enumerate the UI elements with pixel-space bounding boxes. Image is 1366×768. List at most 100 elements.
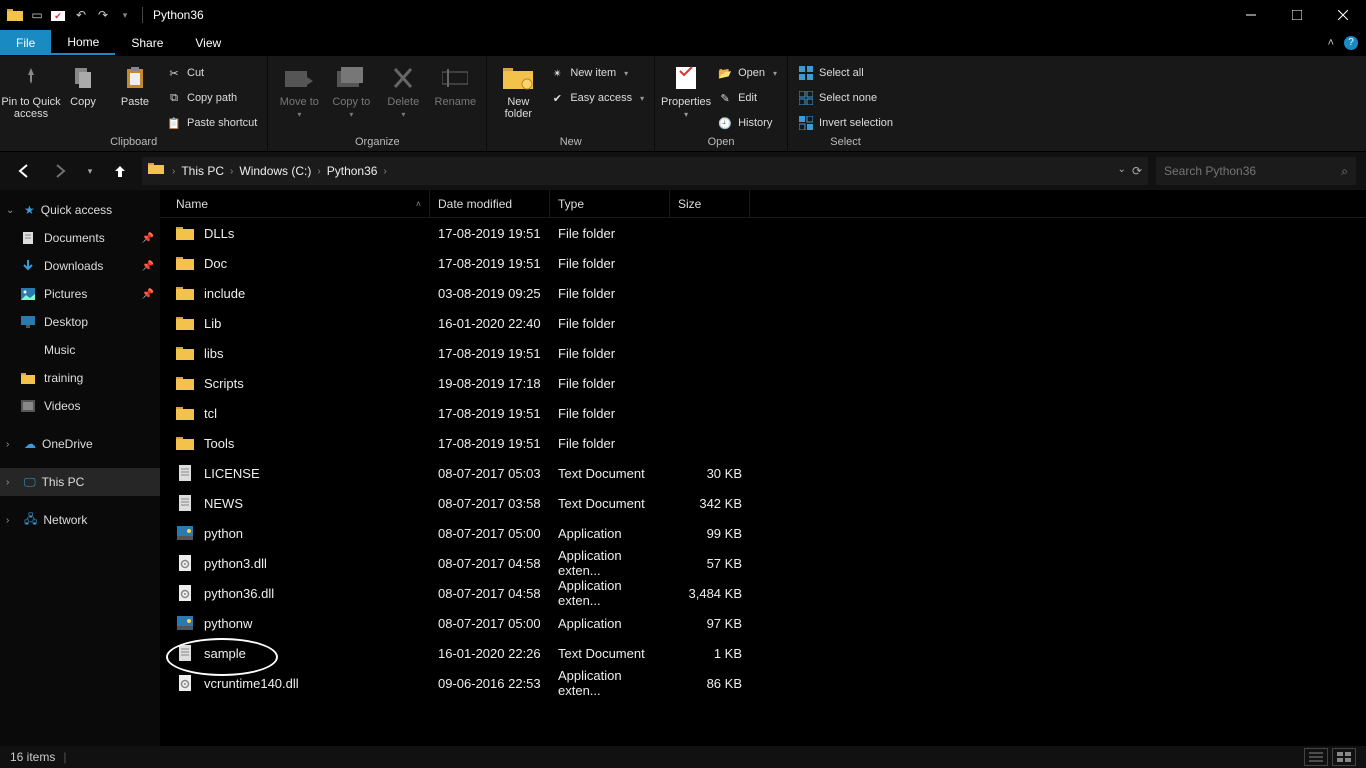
qat-properties-icon[interactable]: ▭ bbox=[28, 4, 46, 26]
file-row[interactable]: python3.dll08-07-2017 04:58Application e… bbox=[160, 548, 1366, 578]
sidebar-item-pictures[interactable]: Pictures📌 bbox=[0, 280, 160, 308]
move-to-button[interactable]: Move to▾ bbox=[274, 58, 324, 119]
select-none-button[interactable]: Select none bbox=[794, 87, 897, 109]
file-row[interactable]: LICENSE08-07-2017 05:03Text Document30 K… bbox=[160, 458, 1366, 488]
app-icon bbox=[6, 4, 24, 26]
maximize-button[interactable] bbox=[1274, 0, 1320, 30]
select-none-icon bbox=[798, 90, 814, 106]
delete-button[interactable]: Delete▾ bbox=[378, 58, 428, 119]
new-folder-button[interactable]: New folder bbox=[493, 58, 543, 120]
crumb-folder[interactable]: Python36 bbox=[327, 164, 378, 178]
search-box[interactable]: ⌕ bbox=[1156, 157, 1356, 185]
help-icon[interactable]: ? bbox=[1344, 36, 1358, 50]
ribbon-collapse-icon[interactable]: ˄ bbox=[1328, 37, 1334, 49]
down-icon bbox=[20, 258, 36, 274]
file-name: LICENSE bbox=[204, 466, 260, 481]
col-date[interactable]: Date modified bbox=[430, 190, 550, 217]
sidebar-thispc[interactable]: › 🖵 This PC bbox=[0, 468, 160, 496]
crumb-thispc[interactable]: This PC bbox=[181, 164, 224, 178]
dll-icon bbox=[176, 674, 194, 692]
group-organize: Move to▾ Copy to▾ Delete▾ Rename Organiz… bbox=[268, 56, 487, 151]
chevron-right-icon[interactable]: › bbox=[172, 166, 175, 177]
file-name: pythonw bbox=[204, 616, 252, 631]
history-button[interactable]: 🕘History bbox=[713, 112, 781, 134]
chevron-right-icon[interactable]: › bbox=[317, 166, 320, 177]
sidebar-item-desktop[interactable]: Desktop bbox=[0, 308, 160, 336]
chevron-right-icon[interactable]: › bbox=[383, 166, 386, 177]
copy-path-button[interactable]: ⧉Copy path bbox=[162, 87, 261, 109]
tab-home[interactable]: Home bbox=[51, 30, 115, 55]
file-type: File folder bbox=[550, 376, 670, 391]
file-row[interactable]: Doc17-08-2019 19:51File folder bbox=[160, 248, 1366, 278]
copy-to-button[interactable]: Copy to▾ bbox=[326, 58, 376, 119]
col-name[interactable]: Name˄ bbox=[160, 190, 430, 217]
file-row[interactable]: sample16-01-2020 22:26Text Document1 KB bbox=[160, 638, 1366, 668]
tab-view[interactable]: View bbox=[179, 30, 237, 55]
file-date: 19-08-2019 17:18 bbox=[430, 376, 550, 391]
sidebar-item-training[interactable]: training bbox=[0, 364, 160, 392]
file-row[interactable]: libs17-08-2019 19:51File folder bbox=[160, 338, 1366, 368]
chevron-right-icon[interactable]: › bbox=[230, 166, 233, 177]
nav-forward-button[interactable] bbox=[46, 157, 74, 185]
qat-undo-icon[interactable]: ↶ bbox=[72, 4, 90, 26]
file-row[interactable]: pythonw08-07-2017 05:00Application97 KB bbox=[160, 608, 1366, 638]
address-dropdown-icon[interactable]: ⌄ bbox=[1118, 164, 1126, 178]
file-row[interactable]: python36.dll08-07-2017 04:58Application … bbox=[160, 578, 1366, 608]
search-input[interactable] bbox=[1164, 164, 1341, 178]
pin-quick-access-button[interactable]: Pin to Quick access bbox=[6, 58, 56, 120]
file-row[interactable]: tcl17-08-2019 19:51File folder bbox=[160, 398, 1366, 428]
tab-share[interactable]: Share bbox=[115, 30, 179, 55]
file-row[interactable]: Lib16-01-2020 22:40File folder bbox=[160, 308, 1366, 338]
invert-selection-button[interactable]: Invert selection bbox=[794, 112, 897, 134]
sidebar-quick-access[interactable]: ⌄ ★ Quick access bbox=[0, 196, 160, 224]
sidebar-item-downloads[interactable]: Downloads📌 bbox=[0, 252, 160, 280]
select-all-button[interactable]: Select all bbox=[794, 62, 897, 84]
dll-icon bbox=[176, 584, 194, 602]
minimize-button[interactable] bbox=[1228, 0, 1274, 30]
nav-up-button[interactable] bbox=[106, 157, 134, 185]
refresh-icon[interactable]: ⟳ bbox=[1132, 164, 1142, 178]
desk-icon bbox=[20, 314, 36, 330]
open-button[interactable]: 📂Open bbox=[713, 62, 781, 84]
sidebar-item-documents[interactable]: Documents📌 bbox=[0, 224, 160, 252]
file-row[interactable]: Tools17-08-2019 19:51File folder bbox=[160, 428, 1366, 458]
search-icon[interactable]: ⌕ bbox=[1341, 164, 1348, 179]
tab-file[interactable]: File bbox=[0, 30, 51, 55]
rename-button[interactable]: Rename bbox=[430, 58, 480, 108]
new-item-icon: ✴ bbox=[549, 65, 565, 81]
file-row[interactable]: DLLs17-08-2019 19:51File folder bbox=[160, 218, 1366, 248]
easy-access-button[interactable]: ✔Easy access bbox=[545, 87, 648, 109]
file-row[interactable]: vcruntime140.dll09-06-2016 22:53Applicat… bbox=[160, 668, 1366, 698]
file-row[interactable]: include03-08-2019 09:25File folder bbox=[160, 278, 1366, 308]
qat-newfolder-icon[interactable]: ✔ bbox=[50, 4, 68, 26]
sidebar-item-music[interactable]: Music bbox=[0, 336, 160, 364]
paste-button[interactable]: Paste bbox=[110, 58, 160, 108]
view-thumbnails-button[interactable] bbox=[1332, 748, 1356, 766]
paste-shortcut-button[interactable]: 📋Paste shortcut bbox=[162, 112, 261, 134]
nav-back-button[interactable] bbox=[10, 157, 38, 185]
sidebar-network[interactable]: › 🖧 Network bbox=[0, 506, 160, 534]
cut-button[interactable]: ✂Cut bbox=[162, 62, 261, 84]
qat-redo-icon[interactable]: ↷ bbox=[94, 4, 112, 26]
file-type: Text Document bbox=[550, 496, 670, 511]
file-row[interactable]: Scripts19-08-2019 17:18File folder bbox=[160, 368, 1366, 398]
qat-dropdown-icon[interactable]: ▾ bbox=[116, 4, 134, 26]
new-item-button[interactable]: ✴New item bbox=[545, 62, 648, 84]
copy-button[interactable]: Copy bbox=[58, 58, 108, 108]
crumb-drive[interactable]: Windows (C:) bbox=[239, 164, 311, 178]
close-button[interactable] bbox=[1320, 0, 1366, 30]
col-type[interactable]: Type bbox=[550, 190, 670, 217]
file-date: 08-07-2017 05:03 bbox=[430, 466, 550, 481]
properties-button[interactable]: Properties▾ bbox=[661, 58, 711, 119]
sidebar-item-videos[interactable]: Videos bbox=[0, 392, 160, 420]
edit-button[interactable]: ✎Edit bbox=[713, 87, 781, 109]
nav-recent-button[interactable]: ▾ bbox=[82, 157, 98, 185]
sidebar-item-label: Music bbox=[44, 343, 75, 357]
sidebar-onedrive[interactable]: › ☁ OneDrive bbox=[0, 430, 160, 458]
file-row[interactable]: python08-07-2017 05:00Application99 KB bbox=[160, 518, 1366, 548]
address-bar[interactable]: › This PC › Windows (C:) › Python36 › ⌄ … bbox=[142, 157, 1148, 185]
window-title: Python36 bbox=[153, 8, 204, 22]
view-details-button[interactable] bbox=[1304, 748, 1328, 766]
col-size[interactable]: Size bbox=[670, 190, 750, 217]
file-row[interactable]: NEWS08-07-2017 03:58Text Document342 KB bbox=[160, 488, 1366, 518]
